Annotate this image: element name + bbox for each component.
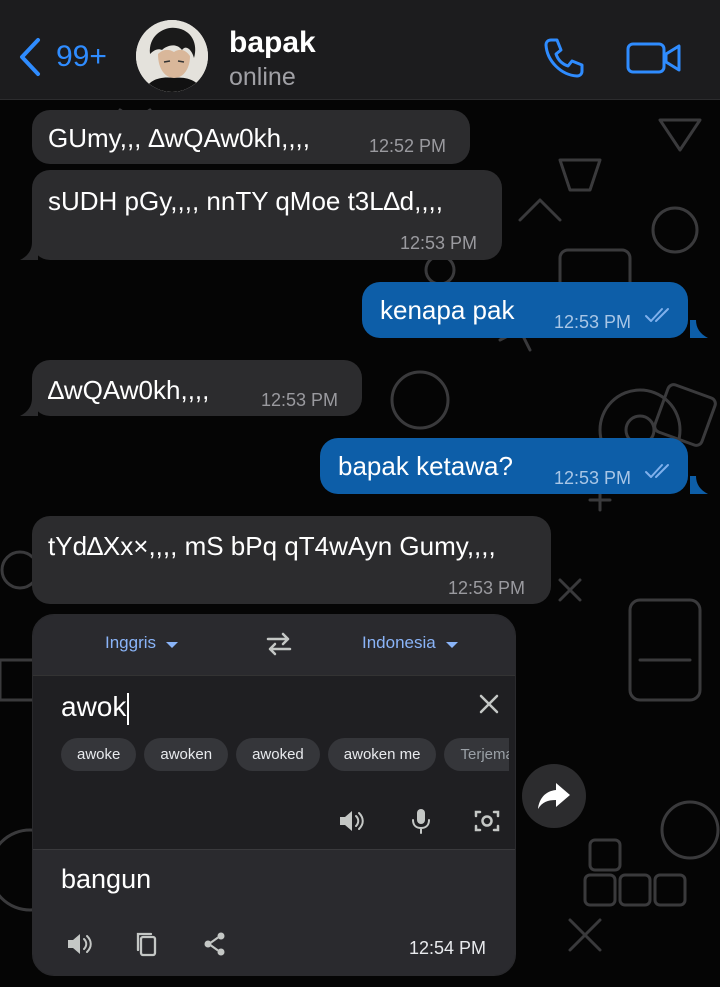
message-text: ∆wQAw0kh,,,, <box>48 375 210 405</box>
back-button[interactable]: 99+ <box>18 36 107 78</box>
read-receipt-icon <box>645 464 669 478</box>
phone-icon[interactable] <box>542 36 586 80</box>
target-language-label: Indonesia <box>362 633 436 652</box>
message-text: bapak ketawa? <box>338 451 513 481</box>
message-time: 12:52 PM <box>369 136 447 156</box>
message-time: 12:53 PM <box>261 390 339 410</box>
video-call-icon[interactable] <box>626 40 682 76</box>
message-text: GUmy,,, ∆wQAw0kh,,,, <box>48 123 310 153</box>
unread-count: 99+ <box>56 40 107 73</box>
chat-header: 99+ bapak online <box>0 0 720 100</box>
translate-input-text: awok <box>61 691 127 722</box>
suggestion-chip[interactable]: awoked <box>236 738 320 771</box>
avatar[interactable] <box>136 20 208 92</box>
read-receipt-icon <box>645 308 669 322</box>
contact-name[interactable]: bapak <box>229 26 316 60</box>
target-language-select[interactable]: Indonesia <box>362 633 458 653</box>
source-language-label: Inggris <box>105 633 157 652</box>
message-bubble-outgoing[interactable]: kenapa pak 12:53 PM <box>362 282 688 338</box>
message-time: 12:53 PM <box>554 312 632 332</box>
bubble-tail <box>690 320 708 338</box>
message-text: sUDH pGy,,,, nnTY qMoe t3L∆d,,,, <box>48 186 443 216</box>
suggestion-chip[interactable]: Terjemahkan d <box>444 738 509 771</box>
suggestion-chip[interactable]: awoken <box>144 738 229 771</box>
dropdown-caret-icon <box>166 641 179 648</box>
translate-output-area: bangun 12:54 PM <box>33 849 515 975</box>
bubble-tail <box>20 398 38 416</box>
translate-input[interactable]: awok <box>61 691 130 725</box>
chevron-left-icon <box>20 38 40 76</box>
share-icon[interactable] <box>201 930 229 958</box>
message-bubble-incoming[interactable]: ∆wQAw0kh,,,, 12:53 PM <box>32 360 362 416</box>
contact-status: online <box>229 63 296 91</box>
translate-panel: Inggris Indonesia awok awoke awoken awok… <box>32 614 516 976</box>
message-text: kenapa pak <box>380 295 515 325</box>
source-language-select[interactable]: Inggris <box>105 633 179 653</box>
message-bubble-incoming[interactable]: sUDH pGy,,,, nnTY qMoe t3L∆d,,,, 12:53 P… <box>32 170 502 260</box>
suggestion-chip[interactable]: awoke <box>61 738 137 771</box>
forward-arrow-icon <box>538 783 570 809</box>
message-bubble-incoming[interactable]: tYd∆Xx×,,,, mS bPq qT4wAyn Gumy,,,, 12:5… <box>32 516 551 604</box>
bubble-tail <box>20 242 38 260</box>
message-text: tYd∆Xx×,,,, mS bPq qT4wAyn Gumy,,,, <box>48 531 496 561</box>
suggestion-chips: awoke awoken awoked awoken me Terjemahka… <box>61 738 509 771</box>
bubble-tail <box>690 476 708 494</box>
clear-icon[interactable] <box>477 692 501 716</box>
swap-icon[interactable] <box>264 631 294 657</box>
mic-icon[interactable] <box>407 807 435 835</box>
translate-input-area: awok awoke awoken awoked awoken me Terje… <box>33 675 515 849</box>
copy-icon[interactable] <box>133 930 161 958</box>
message-bubble-incoming[interactable]: GUmy,,, ∆wQAw0kh,,,, 12:52 PM <box>32 110 470 164</box>
message-time: 12:53 PM <box>448 578 526 598</box>
translation-result: bangun <box>61 864 152 894</box>
language-bar: Inggris Indonesia <box>33 615 515 675</box>
camera-icon[interactable] <box>473 807 501 835</box>
speaker-icon[interactable] <box>65 930 93 958</box>
avatar-image <box>136 20 208 92</box>
speaker-icon[interactable] <box>337 807 365 835</box>
forward-button[interactable] <box>522 764 586 828</box>
message-time: 12:54 PM <box>409 938 487 958</box>
message-time: 12:53 PM <box>554 468 632 488</box>
suggestion-chip[interactable]: awoken me <box>327 738 437 771</box>
dropdown-caret-icon <box>445 641 458 648</box>
text-cursor <box>127 692 130 725</box>
message-time: 12:53 PM <box>400 233 478 253</box>
message-bubble-outgoing[interactable]: bapak ketawa? 12:53 PM <box>320 438 688 494</box>
